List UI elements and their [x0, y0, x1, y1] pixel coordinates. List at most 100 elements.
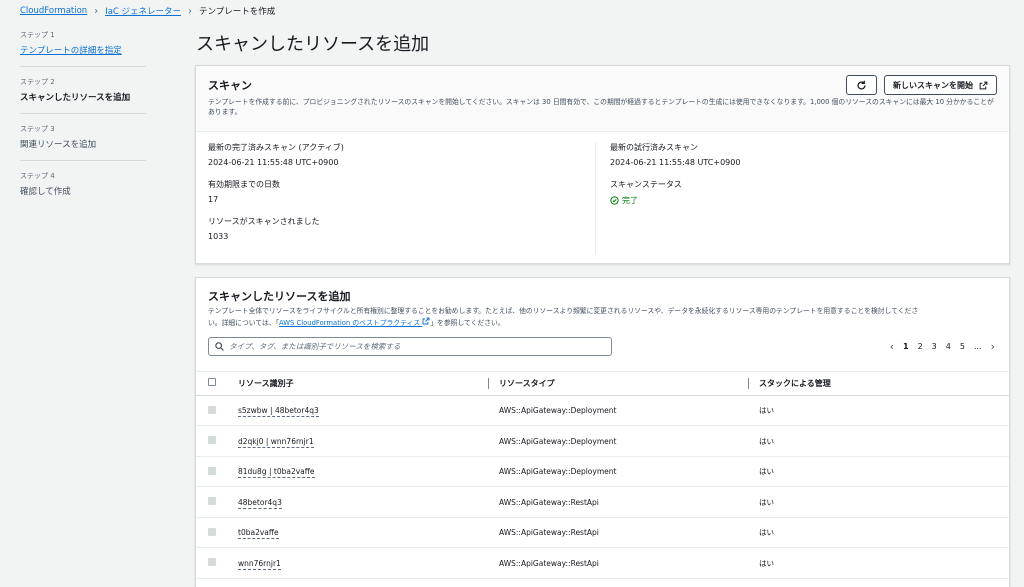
step-number: ステップ 1 [20, 31, 55, 39]
table-row[interactable]: 81du8g | t0ba2vaffe AWS::ApiGateway::Dep… [196, 456, 1009, 488]
next-page-icon[interactable]: › [991, 340, 995, 353]
step-label: 関連リソースを追加 [20, 140, 97, 150]
table-header-row: リソース識別子 リソースタイプ スタックによる管理 [196, 370, 1009, 396]
breadcrumb: CloudFormation › IaC ジェネレーター › テンプレートを作成 [20, 5, 276, 18]
chevron-right-icon: › [188, 5, 193, 17]
last-attempted-scan-label: 最新の試行済みスキャン [610, 143, 698, 152]
row-checkbox [208, 527, 216, 536]
description-text: 」を参照してください。 [430, 318, 505, 327]
step-number: ステップ 2 [20, 78, 55, 86]
managed-by-stack: はい [748, 425, 1009, 457]
wizard-steps: ステップ 1 テンプレートの詳細を指定 ステップ 2 スキャンしたリソースを追加… [20, 30, 146, 217]
previous-page-icon[interactable]: ‹ [890, 340, 894, 353]
row-checkbox [208, 558, 216, 566]
last-completed-scan-value: 2024-06-21 11:55:48 UTC+0900 [208, 158, 339, 167]
search-icon [215, 342, 224, 351]
page-5[interactable]: 5 [960, 342, 965, 351]
page-3[interactable]: 3 [932, 342, 937, 351]
breadcrumb-iac-generator[interactable]: IaC ジェネレーター [105, 5, 181, 17]
column-label: リソース識別子 [238, 378, 294, 388]
step-3: ステップ 3 関連リソースを追加 [20, 124, 146, 161]
managed-by-stack: はい [748, 547, 1009, 579]
refresh-button[interactable] [846, 75, 877, 95]
last-completed-scan-label: 最新の完了済みスキャン (アクティブ) [208, 143, 344, 152]
scan-details-left: 最新の完了済みスキャン (アクティブ) 2024-06-21 11:55:48 … [208, 142, 596, 254]
scan-status-value: 完了 [610, 195, 997, 206]
breadcrumb-cloudformation[interactable]: CloudFormation [20, 6, 87, 16]
column-header-resource-type[interactable]: リソースタイプ [488, 370, 748, 396]
pagination: ‹ 1 2 3 4 5 ... › [890, 340, 995, 353]
column-header-managed-by-stack[interactable]: スタックによる管理 [748, 370, 1009, 396]
step-1: ステップ 1 テンプレートの詳細を指定 [20, 30, 146, 67]
resource-type: AWS::ApiGateway::Deployment [488, 395, 748, 427]
description-text: い。詳細については、「 [208, 318, 280, 327]
add-scanned-resources-panel: スキャンしたリソースを追加 テンプレート全体でリソースをライフサイクルと所有権別… [195, 277, 1010, 587]
best-practices-link-text: AWS CloudFormation のベストプラクティス [279, 318, 421, 327]
step-label-current: スキャンしたリソースを追加 [20, 93, 131, 103]
table-row[interactable]: wnn76rnjr1 AWS::ApiGateway::RestApi はい [196, 547, 1009, 579]
resources-scanned-label: リソースがスキャンされました [208, 217, 320, 226]
select-all-checkbox[interactable] [208, 378, 216, 387]
step-4: ステップ 4 確認して作成 [20, 171, 146, 207]
step-number: ステップ 4 [20, 172, 55, 180]
table-row[interactable]: s5zwbw | 48betor4q3 AWS::ApiGateway::Dep… [196, 395, 1009, 427]
page-ellipsis: ... [973, 341, 982, 351]
start-new-scan-button[interactable]: 新しいスキャンを開始 [884, 75, 997, 95]
resource-type: AWS::ApiGateway::RestApi [488, 517, 748, 549]
breadcrumb-current: テンプレートを作成 [199, 7, 276, 17]
search-placeholder: タイプ、タグ、または識別子でリソースを検索する [229, 341, 401, 351]
row-checkbox [208, 405, 216, 414]
external-link-icon [979, 81, 988, 89]
table-row[interactable]: d2qkj0 | wnn76rnjr1 AWS::ApiGateway::Dep… [196, 425, 1009, 457]
table-row[interactable]: 48betor4q3 AWS::ApiGateway::RestApi はい [196, 486, 1009, 518]
chevron-right-icon: › [94, 5, 99, 17]
description-line: テンプレート全体でリソースをライフサイクルと所有権別に整理することをお勧めします… [208, 307, 919, 315]
resource-type: AWS::ApiGateway::RestApi [488, 486, 748, 518]
days-until-expiry-label: 有効期限までの日数 [208, 180, 280, 189]
managed-by-stack: はい [748, 395, 1009, 427]
scan-details-right: 最新の試行済みスキャン 2024-06-21 11:55:48 UTC+0900… [596, 142, 997, 254]
row-checkbox [208, 497, 216, 505]
resource-type: AWS::ApiGateway::Deployment [488, 456, 748, 488]
managed-by-stack: はい [748, 456, 1009, 488]
success-icon [610, 196, 619, 205]
scan-panel-header: スキャン テンプレートを作成する前に、プロビジョニングされたリソースのスキャンを… [196, 66, 1009, 132]
table-row[interactable]: t0ba2vaffe AWS::ApiGateway::RestApi はい [196, 517, 1009, 549]
column-label: スタックによる管理 [759, 378, 831, 388]
resource-identifier[interactable]: t0ba2vaffe [238, 528, 279, 539]
column-label: リソースタイプ [499, 378, 555, 388]
page-2[interactable]: 2 [918, 342, 923, 351]
resources-table: リソース識別子 リソースタイプ スタックによる管理 s5zwbw | 48bet… [196, 370, 1009, 579]
resource-search-input[interactable]: タイプ、タグ、または識別子でリソースを検索する [208, 336, 612, 356]
resources-panel-title: スキャンしたリソースを追加 [208, 290, 351, 303]
resource-identifier[interactable]: d2qkj0 | wnn76rnjr1 [238, 436, 314, 448]
managed-by-stack: はい [748, 517, 1009, 549]
managed-by-stack: はい [748, 486, 1009, 518]
resource-identifier[interactable]: 48betor4q3 [238, 497, 282, 509]
step-2: ステップ 2 スキャンしたリソースを追加 [20, 77, 146, 114]
row-checkbox [208, 466, 216, 475]
last-attempted-scan-value: 2024-06-21 11:55:48 UTC+0900 [610, 158, 741, 167]
resource-identifier[interactable]: wnn76rnjr1 [238, 558, 281, 570]
resource-identifier[interactable]: 81du8g | t0ba2vaffe [238, 467, 315, 478]
page-4[interactable]: 4 [946, 342, 951, 351]
best-practices-link[interactable]: AWS CloudFormation のベストプラクティス [279, 317, 430, 327]
resource-type: AWS::ApiGateway::Deployment [488, 425, 748, 457]
resource-identifier[interactable]: s5zwbw | 48betor4q3 [238, 406, 319, 417]
page-title: スキャンしたリソースを追加 [196, 34, 430, 55]
scan-status-text: 完了 [622, 196, 638, 205]
scan-status-label: スキャンステータス [610, 180, 682, 189]
resource-type: AWS::ApiGateway::RestApi [488, 547, 748, 579]
page-1[interactable]: 1 [903, 342, 909, 351]
scan-panel-description: テンプレートを作成する前に、プロビジョニングされたリソースのスキャンを開始してく… [208, 98, 994, 116]
step-link-template-details[interactable]: テンプレートの詳細を指定 [20, 46, 122, 56]
resources-panel-description: テンプレート全体でリソースをライフサイクルと所有権別に整理することをお勧めします… [208, 306, 998, 329]
step-label: 確認して作成 [20, 187, 71, 197]
column-header-resource-id[interactable]: リソース識別子 [228, 370, 488, 396]
scan-panel: スキャン テンプレートを作成する前に、プロビジョニングされたリソースのスキャンを… [195, 65, 1010, 264]
refresh-icon [857, 80, 866, 90]
resources-scanned-value: 1033 [208, 232, 229, 241]
step-number: ステップ 3 [20, 125, 55, 133]
start-new-scan-label: 新しいスキャンを開始 [893, 80, 973, 90]
days-until-expiry-value: 17 [208, 195, 219, 204]
